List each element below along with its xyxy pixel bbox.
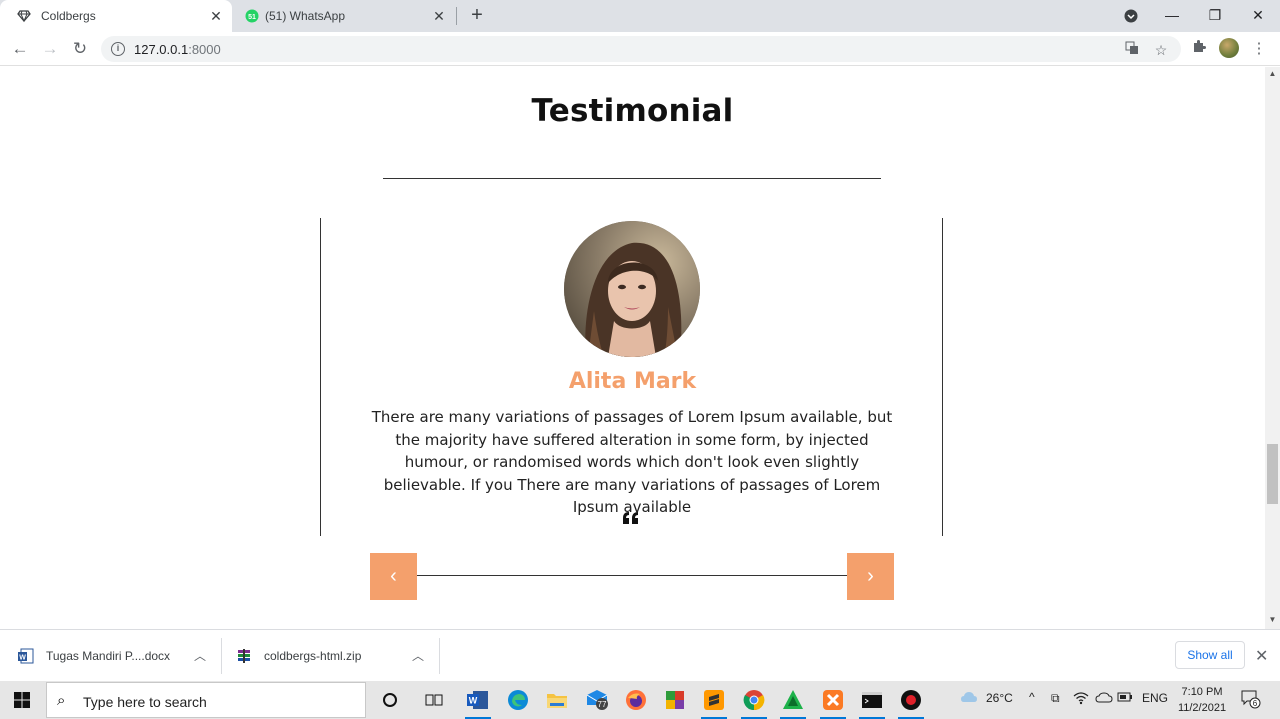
scroll-thumb[interactable] <box>1267 444 1278 504</box>
winrar-app-icon[interactable] <box>660 685 690 715</box>
tab-title: Coldbergs <box>41 9 96 23</box>
chevron-up-icon[interactable]: ^ <box>1029 690 1035 704</box>
show-all-button[interactable]: Show all <box>1175 641 1245 669</box>
info-icon[interactable]: i <box>111 42 125 56</box>
download-item-docx[interactable]: Tugas Mandiri P....docx <box>46 649 170 663</box>
translate-icon[interactable] <box>1123 41 1141 59</box>
download-divider <box>221 638 222 674</box>
quote-icon <box>622 511 642 531</box>
edge-browser-icon[interactable] <box>503 685 533 715</box>
clock-date: 11/2/2021 <box>1177 702 1227 714</box>
forward-button[interactable]: → <box>38 37 62 61</box>
taskbar-search-input[interactable]: ⌕ Type here to search <box>46 682 366 718</box>
close-window-button[interactable]: ✕ <box>1246 4 1270 28</box>
testimonial-name: Alita Mark <box>568 369 697 394</box>
close-tab-icon[interactable]: ✕ <box>208 8 224 24</box>
weather-temperature[interactable]: 26°C <box>986 691 1013 705</box>
tab-title: (51) WhatsApp <box>265 9 346 23</box>
profile-avatar[interactable] <box>1219 38 1239 58</box>
tab-whatsapp[interactable]: 51 (51) WhatsApp ✕ <box>233 0 455 32</box>
mail-icon[interactable]: 77 <box>582 685 612 715</box>
testimonial-avatar <box>564 221 700 357</box>
archive-file-icon <box>236 648 252 664</box>
new-tab-button[interactable]: + <box>466 5 488 27</box>
browser-toolbar: ← → ↻ i 127.0.0.1:8000 ☆ ⋮ <box>0 32 1280 66</box>
file-explorer-icon[interactable] <box>542 685 572 715</box>
svg-text:51: 51 <box>248 14 256 21</box>
whatsapp-icon: 51 <box>244 8 260 24</box>
tab-coldbergs[interactable]: Coldbergs ✕ <box>0 0 232 32</box>
wifi-icon[interactable] <box>1073 691 1089 708</box>
page-scrollbar[interactable]: ▲ ▼ <box>1265 67 1280 629</box>
cortana-icon[interactable] <box>375 685 405 715</box>
address-bar[interactable]: i 127.0.0.1:8000 ☆ <box>101 36 1181 62</box>
tab-strip: Coldbergs ✕ 51 (51) WhatsApp ✕ + — ❐ ✕ <box>0 0 1280 32</box>
green-triangle-app-icon[interactable] <box>778 685 808 719</box>
notification-count: 6 <box>1253 699 1258 708</box>
download-divider <box>439 638 440 674</box>
firefox-icon[interactable] <box>621 685 651 715</box>
system-clock[interactable]: 7:10 PM 11/2/2021 <box>1172 684 1232 716</box>
page-viewport: Testimonial Alita Mark There are many va… <box>0 67 1265 629</box>
weather-icon[interactable] <box>960 690 978 709</box>
scroll-down-arrow[interactable]: ▼ <box>1265 615 1280 627</box>
chrome-icon[interactable] <box>739 685 769 719</box>
close-tab-icon[interactable]: ✕ <box>431 8 447 24</box>
next-button[interactable]: › <box>847 553 894 600</box>
url-text: 127.0.0.1:8000 <box>134 42 221 57</box>
scroll-up-arrow[interactable]: ▲ <box>1265 69 1280 81</box>
language-indicator[interactable]: ENG <box>1142 691 1168 705</box>
tab-search-icon[interactable] <box>1119 4 1143 28</box>
diamond-icon <box>16 8 32 24</box>
battery-icon[interactable] <box>1117 691 1133 706</box>
mail-badge-count: 77 <box>598 700 607 709</box>
download-bar: W Tugas Mandiri P....docx ︿ coldbergs-ht… <box>0 629 1280 681</box>
onedrive-sync-icon[interactable] <box>1095 691 1113 708</box>
terminal-icon[interactable] <box>857 685 887 719</box>
tab-divider <box>456 7 457 25</box>
xampp-icon[interactable] <box>818 685 848 719</box>
svg-text:W: W <box>19 655 26 662</box>
word-document-icon: W <box>18 648 34 664</box>
taskbar: ⌕ Type here to search W 77 26°C ^ ⧉ ENG … <box>0 681 1280 719</box>
minimize-button[interactable]: — <box>1160 4 1184 28</box>
testimonial-text: There are many variations of passages of… <box>371 408 893 516</box>
task-view-icon[interactable] <box>419 685 449 715</box>
windows-start-icon[interactable] <box>14 692 30 708</box>
chevron-up-icon[interactable]: ︿ <box>412 647 424 664</box>
page-heading: Testimonial <box>531 93 734 129</box>
bookmark-star-icon[interactable]: ☆ <box>1152 41 1170 59</box>
prev-button[interactable]: ‹ <box>370 553 417 600</box>
heading-divider <box>383 178 881 179</box>
search-placeholder: Type here to search <box>83 694 207 710</box>
reload-button[interactable]: ↻ <box>68 37 92 61</box>
word-app-icon[interactable]: W <box>463 685 493 719</box>
clock-time: 7:10 PM <box>1181 686 1223 698</box>
screen-recorder-icon[interactable] <box>896 685 926 719</box>
extensions-icon[interactable] <box>1187 37 1211 61</box>
search-icon: ⌕ <box>57 692 66 709</box>
meet-now-icon[interactable]: ⧉ <box>1051 691 1060 706</box>
maximize-button[interactable]: ❐ <box>1203 4 1227 28</box>
notification-center-icon[interactable]: 6 <box>1241 689 1261 712</box>
sublime-text-icon[interactable] <box>699 685 729 719</box>
slider-track <box>417 575 847 576</box>
chevron-up-icon[interactable]: ︿ <box>194 647 206 664</box>
download-item-zip[interactable]: coldbergs-html.zip <box>264 649 361 663</box>
browser-menu-icon[interactable]: ⋮ <box>1247 37 1271 61</box>
back-button[interactable]: ← <box>8 37 32 61</box>
close-download-bar-icon[interactable]: ✕ <box>1255 646 1268 666</box>
svg-text:W: W <box>469 696 478 706</box>
